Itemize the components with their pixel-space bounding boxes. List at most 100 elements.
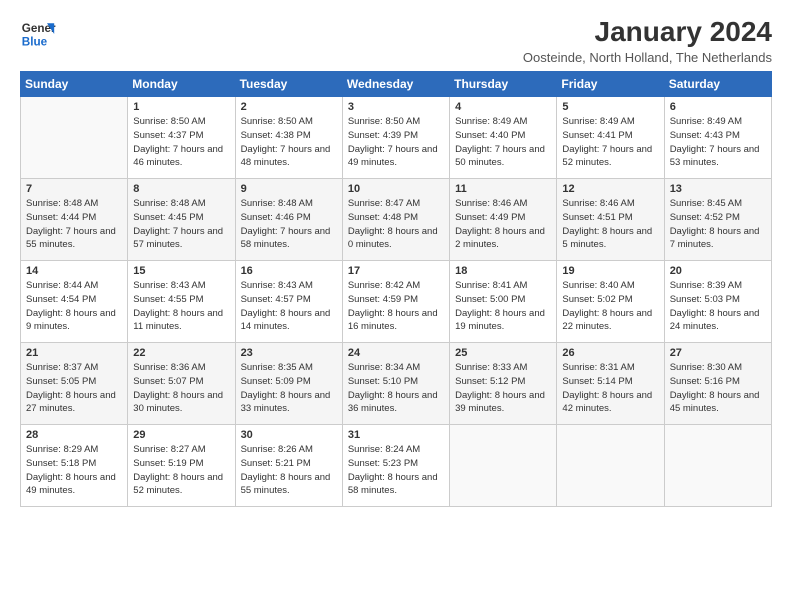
day-info: Sunrise: 8:46 AMSunset: 4:51 PMDaylight:… [562, 197, 658, 252]
header-friday: Friday [557, 72, 664, 97]
calendar-week-row: 21 Sunrise: 8:37 AMSunset: 5:05 PMDaylig… [21, 343, 772, 425]
day-number: 27 [670, 347, 766, 359]
table-row: 27 Sunrise: 8:30 AMSunset: 5:16 PMDaylig… [664, 343, 771, 425]
table-row: 28 Sunrise: 8:29 AMSunset: 5:18 PMDaylig… [21, 425, 128, 507]
header-wednesday: Wednesday [342, 72, 449, 97]
day-number: 11 [455, 183, 551, 195]
day-info: Sunrise: 8:24 AMSunset: 5:23 PMDaylight:… [348, 443, 444, 498]
day-number: 4 [455, 101, 551, 113]
table-row: 30 Sunrise: 8:26 AMSunset: 5:21 PMDaylig… [235, 425, 342, 507]
day-number: 28 [26, 429, 122, 441]
day-info: Sunrise: 8:39 AMSunset: 5:03 PMDaylight:… [670, 279, 766, 334]
table-row [557, 425, 664, 507]
day-info: Sunrise: 8:48 AMSunset: 4:46 PMDaylight:… [241, 197, 337, 252]
table-row: 4 Sunrise: 8:49 AMSunset: 4:40 PMDayligh… [450, 97, 557, 179]
table-row: 13 Sunrise: 8:45 AMSunset: 4:52 PMDaylig… [664, 179, 771, 261]
table-row: 8 Sunrise: 8:48 AMSunset: 4:45 PMDayligh… [128, 179, 235, 261]
day-info: Sunrise: 8:33 AMSunset: 5:12 PMDaylight:… [455, 361, 551, 416]
day-number: 29 [133, 429, 229, 441]
table-row: 29 Sunrise: 8:27 AMSunset: 5:19 PMDaylig… [128, 425, 235, 507]
day-info: Sunrise: 8:30 AMSunset: 5:16 PMDaylight:… [670, 361, 766, 416]
table-row: 16 Sunrise: 8:43 AMSunset: 4:57 PMDaylig… [235, 261, 342, 343]
table-row: 15 Sunrise: 8:43 AMSunset: 4:55 PMDaylig… [128, 261, 235, 343]
day-info: Sunrise: 8:43 AMSunset: 4:57 PMDaylight:… [241, 279, 337, 334]
day-info: Sunrise: 8:35 AMSunset: 5:09 PMDaylight:… [241, 361, 337, 416]
calendar-week-row: 1 Sunrise: 8:50 AMSunset: 4:37 PMDayligh… [21, 97, 772, 179]
day-number: 21 [26, 347, 122, 359]
day-info: Sunrise: 8:49 AMSunset: 4:40 PMDaylight:… [455, 115, 551, 170]
table-row: 19 Sunrise: 8:40 AMSunset: 5:02 PMDaylig… [557, 261, 664, 343]
weekday-header-row: Sunday Monday Tuesday Wednesday Thursday… [21, 72, 772, 97]
day-number: 9 [241, 183, 337, 195]
day-number: 3 [348, 101, 444, 113]
table-row: 20 Sunrise: 8:39 AMSunset: 5:03 PMDaylig… [664, 261, 771, 343]
table-row: 22 Sunrise: 8:36 AMSunset: 5:07 PMDaylig… [128, 343, 235, 425]
day-info: Sunrise: 8:49 AMSunset: 4:43 PMDaylight:… [670, 115, 766, 170]
day-number: 15 [133, 265, 229, 277]
table-row: 24 Sunrise: 8:34 AMSunset: 5:10 PMDaylig… [342, 343, 449, 425]
calendar-week-row: 7 Sunrise: 8:48 AMSunset: 4:44 PMDayligh… [21, 179, 772, 261]
day-number: 12 [562, 183, 658, 195]
day-number: 8 [133, 183, 229, 195]
day-number: 14 [26, 265, 122, 277]
table-row: 18 Sunrise: 8:41 AMSunset: 5:00 PMDaylig… [450, 261, 557, 343]
day-number: 16 [241, 265, 337, 277]
calendar-table: Sunday Monday Tuesday Wednesday Thursday… [20, 71, 772, 507]
header-sunday: Sunday [21, 72, 128, 97]
day-number: 13 [670, 183, 766, 195]
header: General Blue January 2024 Oosteinde, Nor… [20, 16, 772, 65]
table-row: 31 Sunrise: 8:24 AMSunset: 5:23 PMDaylig… [342, 425, 449, 507]
day-info: Sunrise: 8:50 AMSunset: 4:37 PMDaylight:… [133, 115, 229, 170]
day-number: 23 [241, 347, 337, 359]
header-thursday: Thursday [450, 72, 557, 97]
table-row: 11 Sunrise: 8:46 AMSunset: 4:49 PMDaylig… [450, 179, 557, 261]
day-number: 26 [562, 347, 658, 359]
header-tuesday: Tuesday [235, 72, 342, 97]
day-number: 1 [133, 101, 229, 113]
table-row: 23 Sunrise: 8:35 AMSunset: 5:09 PMDaylig… [235, 343, 342, 425]
logo-icon: General Blue [20, 16, 56, 52]
table-row: 14 Sunrise: 8:44 AMSunset: 4:54 PMDaylig… [21, 261, 128, 343]
day-number: 30 [241, 429, 337, 441]
table-row: 10 Sunrise: 8:47 AMSunset: 4:48 PMDaylig… [342, 179, 449, 261]
day-info: Sunrise: 8:48 AMSunset: 4:44 PMDaylight:… [26, 197, 122, 252]
day-info: Sunrise: 8:45 AMSunset: 4:52 PMDaylight:… [670, 197, 766, 252]
table-row: 25 Sunrise: 8:33 AMSunset: 5:12 PMDaylig… [450, 343, 557, 425]
day-info: Sunrise: 8:44 AMSunset: 4:54 PMDaylight:… [26, 279, 122, 334]
table-row: 26 Sunrise: 8:31 AMSunset: 5:14 PMDaylig… [557, 343, 664, 425]
header-saturday: Saturday [664, 72, 771, 97]
day-info: Sunrise: 8:49 AMSunset: 4:41 PMDaylight:… [562, 115, 658, 170]
day-info: Sunrise: 8:37 AMSunset: 5:05 PMDaylight:… [26, 361, 122, 416]
day-number: 31 [348, 429, 444, 441]
page: General Blue January 2024 Oosteinde, Nor… [0, 0, 792, 612]
table-row [21, 97, 128, 179]
table-row: 2 Sunrise: 8:50 AMSunset: 4:38 PMDayligh… [235, 97, 342, 179]
day-number: 20 [670, 265, 766, 277]
day-number: 18 [455, 265, 551, 277]
day-info: Sunrise: 8:50 AMSunset: 4:38 PMDaylight:… [241, 115, 337, 170]
day-number: 6 [670, 101, 766, 113]
calendar-week-row: 28 Sunrise: 8:29 AMSunset: 5:18 PMDaylig… [21, 425, 772, 507]
day-info: Sunrise: 8:36 AMSunset: 5:07 PMDaylight:… [133, 361, 229, 416]
day-info: Sunrise: 8:29 AMSunset: 5:18 PMDaylight:… [26, 443, 122, 498]
day-info: Sunrise: 8:31 AMSunset: 5:14 PMDaylight:… [562, 361, 658, 416]
day-info: Sunrise: 8:34 AMSunset: 5:10 PMDaylight:… [348, 361, 444, 416]
table-row: 9 Sunrise: 8:48 AMSunset: 4:46 PMDayligh… [235, 179, 342, 261]
table-row: 21 Sunrise: 8:37 AMSunset: 5:05 PMDaylig… [21, 343, 128, 425]
table-row: 17 Sunrise: 8:42 AMSunset: 4:59 PMDaylig… [342, 261, 449, 343]
day-number: 5 [562, 101, 658, 113]
day-number: 2 [241, 101, 337, 113]
day-info: Sunrise: 8:27 AMSunset: 5:19 PMDaylight:… [133, 443, 229, 498]
day-info: Sunrise: 8:46 AMSunset: 4:49 PMDaylight:… [455, 197, 551, 252]
day-number: 24 [348, 347, 444, 359]
table-row [450, 425, 557, 507]
day-number: 7 [26, 183, 122, 195]
day-number: 25 [455, 347, 551, 359]
table-row: 6 Sunrise: 8:49 AMSunset: 4:43 PMDayligh… [664, 97, 771, 179]
table-row [664, 425, 771, 507]
day-info: Sunrise: 8:48 AMSunset: 4:45 PMDaylight:… [133, 197, 229, 252]
table-row: 12 Sunrise: 8:46 AMSunset: 4:51 PMDaylig… [557, 179, 664, 261]
day-info: Sunrise: 8:42 AMSunset: 4:59 PMDaylight:… [348, 279, 444, 334]
day-number: 17 [348, 265, 444, 277]
title-block: January 2024 Oosteinde, North Holland, T… [523, 16, 772, 65]
